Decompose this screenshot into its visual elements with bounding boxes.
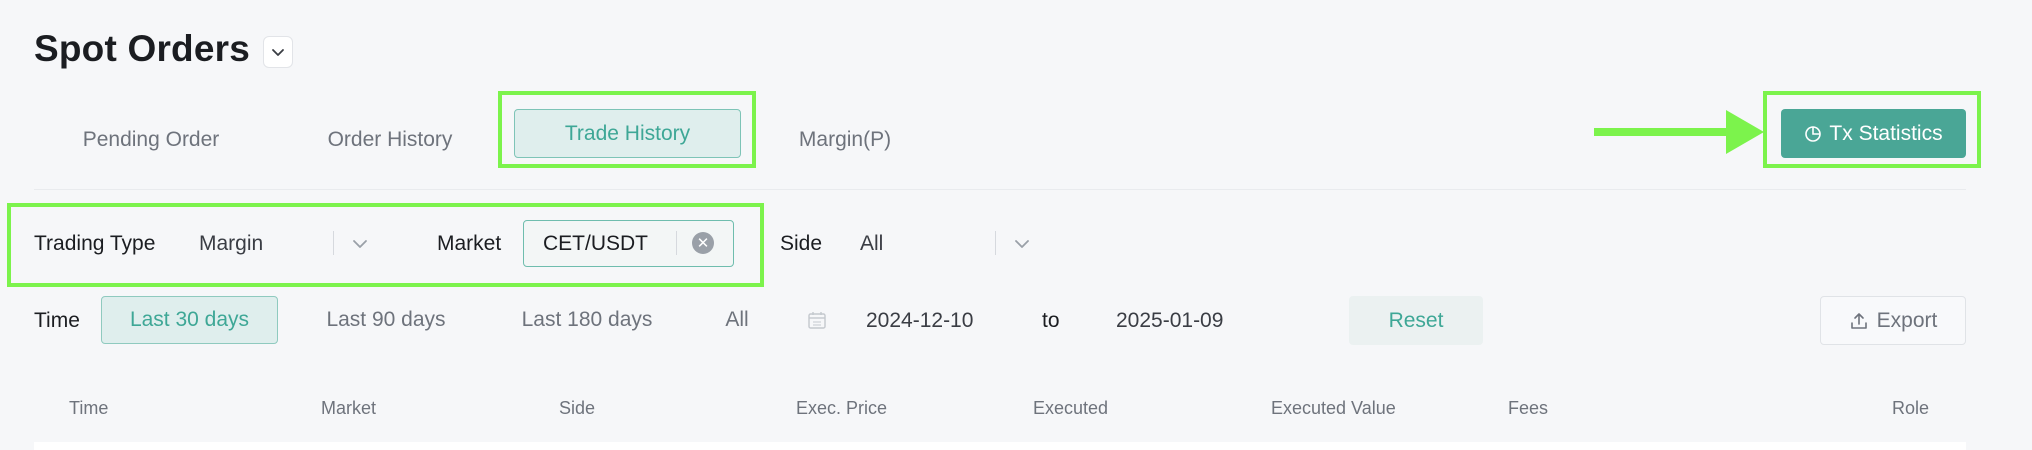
tab-pending-order[interactable]: Pending Order	[78, 116, 224, 164]
column-header-side: Side	[559, 398, 596, 418]
select-separator	[995, 231, 996, 255]
chevron-down-icon[interactable]	[1013, 234, 1031, 252]
start-date-input[interactable]: 2024-12-10	[866, 309, 973, 333]
chevron-down-icon	[272, 49, 284, 56]
title-dropdown-button[interactable]	[263, 36, 293, 68]
side-label: Side	[780, 232, 823, 255]
time-option-30-days[interactable]: Last 30 days	[101, 296, 278, 344]
tab-margin-p[interactable]: Margin(P)	[795, 116, 895, 164]
highlight-box-trade-history	[498, 91, 756, 168]
table-body	[34, 442, 1966, 450]
annotation-arrow-head	[1726, 110, 1764, 154]
column-header-fees: Fees	[1508, 398, 1549, 418]
highlight-box-tx-statistics	[1763, 91, 1981, 168]
tab-order-history[interactable]: Order History	[323, 116, 457, 164]
date-to-label: to	[1042, 309, 1060, 332]
upload-icon	[1850, 312, 1867, 329]
table-header: Time Market Side Exec. Price Executed Ex…	[34, 382, 1966, 442]
annotation-arrow-shaft	[1594, 128, 1732, 136]
column-header-exec-price: Exec. Price	[796, 398, 888, 418]
time-option-all[interactable]: All	[722, 296, 752, 344]
divider	[34, 189, 1966, 190]
end-date-input[interactable]: 2025-01-09	[1116, 309, 1223, 333]
highlight-box-filters	[7, 203, 764, 287]
page-title: Spot Orders	[34, 28, 251, 69]
calendar-icon	[808, 312, 826, 329]
column-header-executed-value: Executed Value	[1271, 398, 1396, 418]
column-header-role: Role	[1892, 398, 1930, 418]
side-select[interactable]: All	[860, 232, 883, 256]
reset-button[interactable]: Reset	[1349, 296, 1483, 345]
column-header-executed: Executed	[1033, 398, 1109, 418]
time-option-90-days[interactable]: Last 90 days	[322, 296, 450, 344]
time-option-180-days[interactable]: Last 180 days	[519, 296, 655, 344]
column-header-market: Market	[321, 398, 377, 418]
export-label: Export	[1876, 308, 1938, 332]
export-button[interactable]: Export	[1820, 296, 1966, 345]
column-header-time: Time	[69, 398, 109, 418]
time-label: Time	[34, 309, 80, 332]
